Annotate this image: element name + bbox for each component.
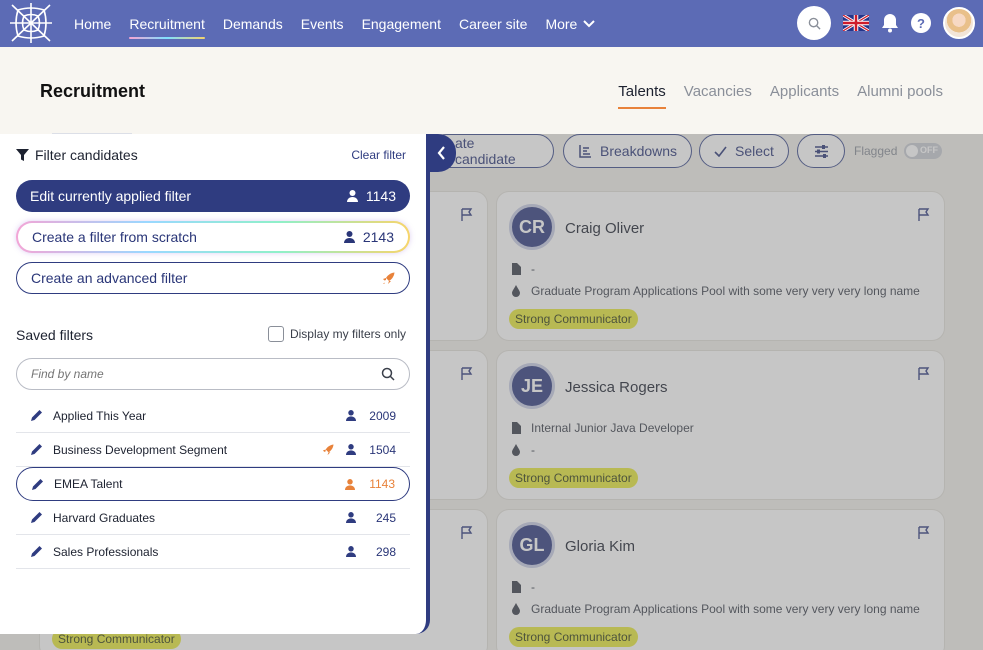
person-icon (346, 512, 356, 523)
section-tabs: Talents Vacancies Applicants Alumni pool… (618, 83, 943, 109)
chevron-left-icon (437, 146, 445, 160)
chevron-down-icon (583, 19, 596, 27)
pencil-icon[interactable] (30, 511, 43, 524)
person-icon (346, 410, 356, 421)
create-filter-scratch-count: 2143 (343, 229, 394, 245)
funnel-icon (16, 148, 29, 161)
nav-home[interactable]: Home (74, 16, 111, 32)
edit-applied-filter-count: 1143 (346, 188, 396, 204)
nav-more[interactable]: More (545, 15, 596, 32)
rocket-icon (383, 272, 395, 284)
saved-filter-row-selected[interactable]: EMEA Talent 1143 (16, 467, 410, 501)
saved-filter-count: 245 (375, 510, 396, 525)
saved-filter-meta: 2009 (346, 409, 396, 423)
saved-filter-meta: 298 (346, 545, 396, 559)
count-value: 1143 (365, 188, 396, 204)
page-header: Recruitment Talents Vacancies Applicants… (0, 47, 983, 134)
tab-alumni-pools[interactable]: Alumni pools (857, 83, 943, 100)
person-icon (346, 546, 356, 557)
rocket-icon (322, 443, 334, 455)
tab-vacancies[interactable]: Vacancies (684, 83, 752, 100)
nav-engagement[interactable]: Engagement (362, 16, 441, 32)
tab-applicants[interactable]: Applicants (770, 83, 839, 100)
nav-career-site[interactable]: Career site (459, 16, 527, 32)
create-advanced-filter-button[interactable]: Create an advanced filter (16, 262, 410, 294)
edit-applied-filter-label: Edit currently applied filter (30, 188, 192, 204)
create-advanced-filter-label: Create an advanced filter (31, 270, 188, 286)
saved-filter-row[interactable]: Sales Professionals 298 (16, 535, 410, 569)
saved-filter-name: Business Development Segment (53, 442, 228, 457)
person-icon (346, 190, 358, 202)
saved-filter-row[interactable]: Business Development Segment 1504 (16, 433, 410, 467)
person-icon (345, 478, 355, 490)
saved-filter-name: Sales Professionals (53, 544, 159, 559)
saved-filter-count: 2009 (369, 408, 396, 423)
pencil-icon[interactable] (30, 545, 43, 558)
person-icon (346, 444, 356, 455)
saved-filter-name: Applied This Year (53, 408, 147, 423)
count-value: 2143 (362, 229, 394, 245)
saved-filter-name: Harvard Graduates (53, 510, 156, 525)
pencil-icon[interactable] (30, 443, 43, 456)
saved-filter-meta: 245 (346, 511, 396, 525)
bell-icon[interactable] (881, 13, 899, 33)
saved-filter-search-input[interactable] (31, 367, 351, 381)
create-filter-scratch-label: Create a filter from scratch (32, 229, 197, 245)
saved-filter-count: 298 (375, 544, 396, 559)
user-avatar[interactable] (943, 7, 975, 39)
filter-panel: Filter candidates Clear filter Edit curr… (0, 134, 430, 634)
nav-more-label: More (545, 15, 578, 32)
my-filters-only-option[interactable]: Display my filters only (267, 326, 406, 342)
help-icon[interactable]: ? (911, 13, 931, 33)
saved-filter-name: EMEA Talent (54, 477, 123, 491)
saved-filter-meta: 1143 (345, 477, 395, 491)
uk-flag-icon[interactable] (843, 15, 869, 31)
create-filter-scratch-button[interactable]: Create a filter from scratch 2143 (16, 221, 410, 253)
my-filters-only-label: Display my filters only (289, 327, 406, 341)
saved-filter-row[interactable]: Harvard Graduates 245 (16, 501, 410, 535)
saved-filter-meta: 1504 (322, 443, 396, 457)
saved-filter-row[interactable]: Applied This Year 2009 (16, 399, 410, 433)
clear-filter-link[interactable]: Clear filter (351, 148, 406, 162)
search-icon (808, 17, 821, 30)
page-title: Recruitment (40, 81, 146, 101)
tab-talents[interactable]: Talents (618, 83, 666, 109)
pencil-icon[interactable] (31, 478, 44, 491)
filter-panel-header: Filter candidates (16, 147, 138, 163)
saved-filter-count: 1143 (369, 477, 395, 491)
pencil-icon[interactable] (30, 409, 43, 422)
person-icon (343, 231, 355, 243)
saved-filter-count: 1504 (369, 442, 396, 457)
top-navigation: Home Recruitment Demands Events Engageme… (0, 0, 983, 47)
saved-filter-search[interactable] (16, 358, 410, 390)
nav-events[interactable]: Events (301, 16, 344, 32)
search-icon[interactable] (381, 367, 395, 381)
saved-filters-list: Applied This Year 2009 Business Developm… (16, 399, 410, 569)
nav-demands[interactable]: Demands (223, 16, 283, 32)
global-search-button[interactable] (797, 6, 831, 40)
edit-applied-filter-button[interactable]: Edit currently applied filter 1143 (16, 180, 410, 212)
saved-filters-title: Saved filters (16, 327, 94, 343)
filter-panel-title: Filter candidates (35, 147, 138, 163)
spider-web-logo-icon[interactable] (8, 1, 54, 45)
my-filters-only-checkbox[interactable] (267, 326, 284, 342)
nav-recruitment[interactable]: Recruitment (129, 16, 206, 39)
